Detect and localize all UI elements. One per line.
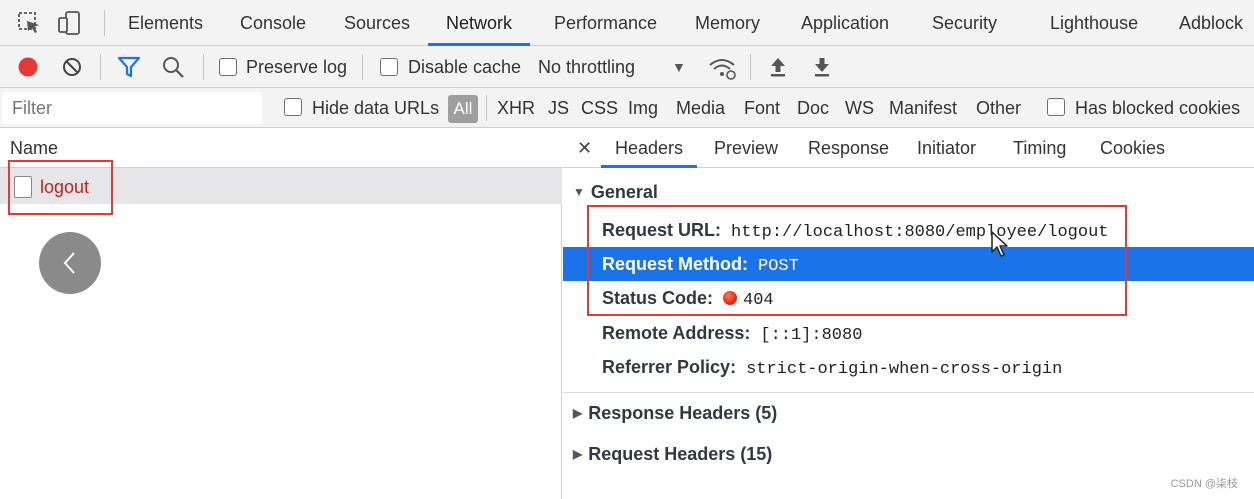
- remote-address-label: Remote Address:: [602, 323, 751, 343]
- filter-input[interactable]: [2, 92, 262, 124]
- import-har-icon[interactable]: [767, 55, 789, 79]
- tab-response[interactable]: Response: [808, 128, 889, 168]
- hide-data-urls-label[interactable]: Hide data URLs: [312, 88, 439, 128]
- export-har-icon[interactable]: [811, 55, 833, 79]
- preserve-log-label[interactable]: Preserve log: [246, 46, 347, 88]
- network-conditions-icon[interactable]: [707, 55, 737, 81]
- clear-icon[interactable]: [61, 56, 83, 78]
- toolbar-separator: [362, 54, 363, 80]
- devtools-tab-bar: Elements Console Sources Network Perform…: [0, 0, 1254, 46]
- referrer-policy-row: Referrer Policy: strict-origin-when-cross…: [602, 350, 1062, 384]
- filter-type-manifest[interactable]: Manifest: [889, 88, 957, 128]
- has-blocked-cookies-checkbox[interactable]: [1047, 98, 1065, 116]
- disable-cache-checkbox[interactable]: [380, 58, 398, 76]
- tab-performance[interactable]: Performance: [554, 0, 657, 46]
- filter-type-js[interactable]: JS: [548, 88, 569, 128]
- tab-preview[interactable]: Preview: [714, 128, 778, 168]
- filter-type-font[interactable]: Font: [744, 88, 780, 128]
- triangle-right-icon: ▶: [573, 447, 583, 461]
- highlight-box-request: [8, 160, 113, 215]
- triangle-down-icon: ▼: [573, 185, 585, 199]
- referrer-policy-label: Referrer Policy:: [602, 357, 737, 377]
- general-section-title: General: [590, 182, 658, 202]
- tab-separator: [104, 10, 105, 36]
- request-headers-toggle[interactable]: ▶ Request Headers (15): [573, 444, 772, 465]
- filter-type-doc[interactable]: Doc: [797, 88, 829, 128]
- chevron-left-icon: [63, 252, 75, 274]
- general-section-toggle[interactable]: ▼ General: [573, 182, 658, 203]
- details-tab-bar: ✕ Headers Preview Response Initiator Tim…: [563, 128, 1254, 168]
- filter-type-css[interactable]: CSS: [581, 88, 618, 128]
- preserve-log-checkbox[interactable]: [219, 58, 237, 76]
- referrer-policy-value: strict-origin-when-cross-origin: [746, 360, 1063, 379]
- has-blocked-cookies-label[interactable]: Has blocked cookies: [1075, 88, 1240, 128]
- watermark: CSDN @柒枝: [1170, 478, 1238, 490]
- mouse-cursor-icon: [991, 231, 1008, 257]
- filter-icon[interactable]: [117, 56, 141, 78]
- tab-cookies[interactable]: Cookies: [1100, 128, 1165, 168]
- filter-bar: Hide data URLs All XHR JS CSS Img Media …: [0, 88, 1254, 128]
- filter-type-ws[interactable]: WS: [845, 88, 874, 128]
- tab-lighthouse[interactable]: Lighthouse: [1050, 0, 1138, 46]
- tab-security[interactable]: Security: [932, 0, 997, 46]
- response-headers-title: Response Headers (5): [588, 403, 778, 423]
- filter-all-chip[interactable]: All: [448, 95, 478, 123]
- toolbar-separator: [750, 54, 751, 80]
- hide-data-urls-checkbox[interactable]: [284, 98, 302, 116]
- response-headers-toggle[interactable]: ▶ Response Headers (5): [573, 403, 777, 424]
- search-icon[interactable]: [161, 55, 185, 79]
- network-toolbar: Preserve log Disable cache No throttling…: [0, 46, 1254, 88]
- device-toolbar-icon[interactable]: [56, 10, 82, 36]
- back-button[interactable]: [39, 232, 101, 294]
- tab-network[interactable]: Network: [427, 0, 531, 46]
- section-divider: [563, 392, 1254, 393]
- chevron-down-icon[interactable]: ▼: [672, 46, 686, 88]
- filter-type-other[interactable]: Other: [976, 88, 1021, 128]
- tab-initiator[interactable]: Initiator: [917, 128, 976, 168]
- tab-sources[interactable]: Sources: [344, 0, 410, 46]
- triangle-right-icon: ▶: [573, 406, 583, 420]
- tab-headers[interactable]: Headers: [600, 128, 698, 168]
- tab-application[interactable]: Application: [801, 0, 889, 46]
- tab-timing[interactable]: Timing: [1013, 128, 1066, 168]
- tab-elements[interactable]: Elements: [128, 0, 203, 46]
- tab-console[interactable]: Console: [240, 0, 306, 46]
- toolbar-separator: [100, 54, 101, 80]
- tab-adblock[interactable]: Adblock: [1179, 0, 1243, 46]
- highlight-box-general: [587, 205, 1127, 316]
- filter-type-media[interactable]: Media: [676, 88, 725, 128]
- throttling-select[interactable]: No throttling: [538, 46, 635, 88]
- tab-memory[interactable]: Memory: [695, 0, 760, 46]
- inspect-element-icon[interactable]: [16, 10, 42, 36]
- remote-address-value: [::1]:8080: [760, 326, 863, 345]
- disable-cache-label[interactable]: Disable cache: [408, 46, 521, 88]
- record-icon[interactable]: [17, 56, 39, 78]
- remote-address-row: Remote Address: [::1]:8080: [602, 316, 862, 350]
- request-headers-title: Request Headers (15): [588, 444, 773, 464]
- filter-type-img[interactable]: Img: [628, 88, 658, 128]
- filter-type-xhr[interactable]: XHR: [497, 88, 535, 128]
- toolbar-separator: [203, 54, 204, 80]
- filter-separator: [486, 95, 487, 121]
- close-icon[interactable]: ✕: [577, 128, 592, 168]
